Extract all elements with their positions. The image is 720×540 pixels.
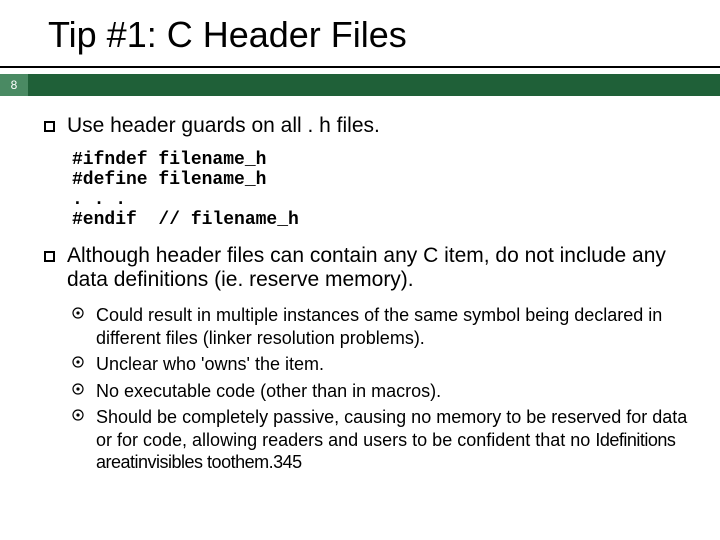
sub-bullet-item: Could result in multiple instances of th… [72, 304, 692, 349]
sub-bullet-text: Unclear who 'owns' the item. [96, 353, 324, 376]
circle-dot-icon [72, 356, 84, 376]
square-bullet-icon [44, 251, 55, 262]
slide-content: Use header guards on all . h files. #ifn… [0, 96, 720, 474]
sub-bullet-item: Unclear who 'owns' the item. [72, 353, 692, 376]
circle-dot-icon [72, 307, 84, 349]
sub-bullet-text: No executable code (other than in macros… [96, 380, 441, 403]
page-number-badge: 8 [0, 74, 28, 96]
circle-dot-icon [72, 409, 84, 474]
sub-bullet-list: Could result in multiple instances of th… [44, 304, 692, 474]
sub-bullet-item: Should be completely passive, causing no… [72, 406, 692, 474]
page-bar: 8 [0, 74, 720, 96]
bullet-item: Use header guards on all . h files. [44, 114, 692, 138]
square-bullet-icon [44, 121, 55, 132]
sub-bullet-text: Could result in multiple instances of th… [96, 304, 692, 349]
slide-title: Tip #1: C Header Files [0, 0, 720, 66]
code-block: #ifndef filename_h #define filename_h . … [44, 150, 692, 230]
bullet-text: Use header guards on all . h files. [67, 114, 380, 138]
circle-dot-icon [72, 383, 84, 403]
bullet-item: Although header files can contain any C … [44, 244, 692, 292]
sub-bullet-text: Should be completely passive, causing no… [96, 406, 692, 474]
bullet-text: Although header files can contain any C … [67, 244, 692, 292]
sub-bullet-item: No executable code (other than in macros… [72, 380, 692, 403]
